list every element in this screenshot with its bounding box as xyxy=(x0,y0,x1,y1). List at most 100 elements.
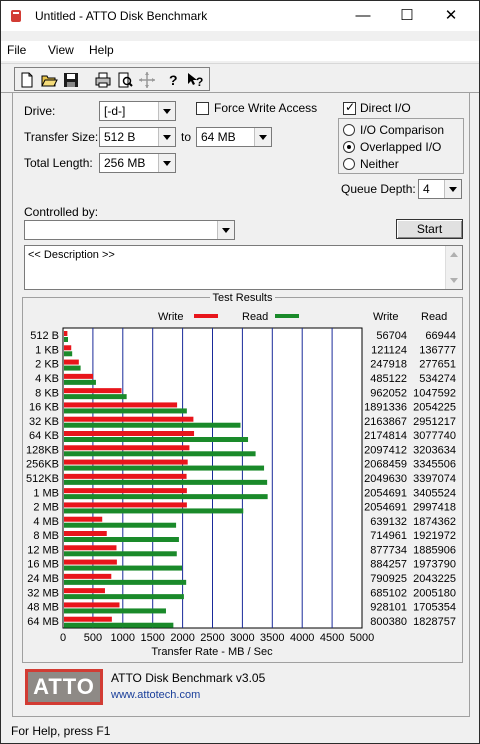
overlapped-io-label: Overlapped I/O xyxy=(360,140,442,154)
write-bar xyxy=(64,402,178,408)
write-bar xyxy=(64,602,120,608)
x-tick-label: 3000 xyxy=(230,632,254,644)
transfer-from-select[interactable]: 512 B xyxy=(99,127,176,147)
category-label: 4 MB xyxy=(33,516,59,528)
write-value: 790925 xyxy=(370,573,407,585)
total-length-label: Total Length: xyxy=(24,156,93,170)
scroll-up-icon[interactable] xyxy=(450,252,458,257)
write-bar xyxy=(64,559,117,565)
write-bar xyxy=(64,473,187,479)
category-label: 64 MB xyxy=(27,616,59,628)
minimize-button[interactable]: — xyxy=(341,1,385,31)
context-help-icon[interactable]: ? xyxy=(185,70,205,90)
write-bar xyxy=(64,545,117,551)
print-icon[interactable] xyxy=(93,70,113,90)
toolbar: ? ? xyxy=(1,63,479,93)
category-label: 16 MB xyxy=(27,559,59,571)
chevron-down-icon[interactable] xyxy=(158,102,175,120)
neither-label: Neither xyxy=(360,157,399,171)
chevron-down-icon[interactable] xyxy=(158,154,175,172)
read-value: 3397074 xyxy=(413,473,456,485)
move-icon[interactable] xyxy=(137,70,157,90)
total-length-select[interactable]: 256 MB xyxy=(99,153,176,173)
print-preview-icon[interactable] xyxy=(115,70,135,90)
write-bar xyxy=(64,416,194,422)
read-value: 136777 xyxy=(419,344,456,356)
queue-depth-select[interactable]: 4 xyxy=(418,179,462,199)
close-button[interactable]: ✕ xyxy=(429,1,473,31)
transfer-to-select[interactable]: 64 MB xyxy=(196,127,272,147)
write-value: 2054691 xyxy=(364,502,407,514)
description-field[interactable]: << Description >> xyxy=(24,245,463,290)
write-bar xyxy=(64,345,72,351)
x-tick-label: 2000 xyxy=(170,632,194,644)
read-value: 66944 xyxy=(425,330,456,342)
write-bar xyxy=(64,502,187,508)
read-value: 1874362 xyxy=(413,516,456,528)
overlapped-io-radio[interactable] xyxy=(343,141,355,153)
category-label: 2 MB xyxy=(33,502,59,514)
website-link[interactable]: www.attotech.com xyxy=(111,689,200,701)
new-icon[interactable] xyxy=(17,70,37,90)
chevron-down-icon[interactable] xyxy=(254,128,271,146)
read-bar xyxy=(64,622,174,628)
legend-read-swatch xyxy=(275,314,299,318)
drive-label: Drive: xyxy=(24,104,56,118)
read-bar xyxy=(64,579,187,585)
svg-text:?: ? xyxy=(169,72,178,88)
col-write-header: Write xyxy=(373,311,398,323)
direct-io-checkbox[interactable] xyxy=(343,100,356,115)
app-icon xyxy=(11,10,21,22)
description-scrollbar[interactable] xyxy=(445,246,462,289)
window-title: Untitled - ATTO Disk Benchmark xyxy=(35,9,208,23)
status-text: For Help, press F1 xyxy=(11,724,111,738)
read-bar xyxy=(64,408,187,414)
controlled-by-select[interactable] xyxy=(24,220,235,240)
write-value: 928101 xyxy=(370,602,407,614)
write-value: 2174814 xyxy=(364,430,407,442)
help-icon[interactable]: ? xyxy=(163,70,183,90)
menu-help[interactable]: Help xyxy=(89,43,114,57)
io-comparison-radio[interactable] xyxy=(343,124,355,136)
read-value: 3203634 xyxy=(413,444,456,456)
chevron-down-icon[interactable] xyxy=(158,128,175,146)
category-label: 16 KB xyxy=(29,402,59,414)
start-button[interactable]: Start xyxy=(396,219,463,239)
scroll-down-icon[interactable] xyxy=(450,278,458,283)
write-bar xyxy=(64,516,103,522)
queue-depth-label: Queue Depth: xyxy=(341,182,416,196)
menu-view[interactable]: View xyxy=(48,43,74,57)
maximize-button[interactable]: ☐ xyxy=(385,1,429,31)
write-bar xyxy=(64,588,105,594)
drive-select[interactable]: [-d-] xyxy=(99,101,176,121)
read-value: 1885906 xyxy=(413,544,456,556)
svg-text:?: ? xyxy=(196,75,203,89)
x-tick-label: 0 xyxy=(60,632,66,644)
read-bar xyxy=(64,537,179,542)
write-value: 884257 xyxy=(370,559,407,571)
legend-read-label: Read xyxy=(242,311,268,323)
write-value: 56704 xyxy=(376,330,407,342)
write-value: 121124 xyxy=(371,344,407,356)
open-icon[interactable] xyxy=(39,70,59,90)
category-label: 512 B xyxy=(30,330,59,342)
menu-file[interactable]: File xyxy=(7,43,26,57)
category-label: 8 MB xyxy=(33,530,59,542)
neither-radio[interactable] xyxy=(343,158,355,170)
write-value: 2068459 xyxy=(364,459,407,471)
results-chart: Write Read Write Read 512 B 1 KB 2 KB 4 KB 8… xyxy=(26,311,456,658)
read-bar xyxy=(64,422,241,428)
chart-legend: Write Read Write Read xyxy=(158,311,447,323)
app-window: Untitled - ATTO Disk Benchmark — ☐ ✕ Fil… xyxy=(0,0,480,744)
read-value: 3345506 xyxy=(413,459,456,471)
read-value: 3405524 xyxy=(413,487,456,499)
chevron-down-icon[interactable] xyxy=(444,180,461,198)
write-value: 639132 xyxy=(370,516,407,528)
write-value: 2163867 xyxy=(364,416,407,428)
chevron-down-icon[interactable] xyxy=(217,221,234,239)
category-label: 24 MB xyxy=(27,573,59,585)
force-write-checkbox[interactable] xyxy=(196,102,209,115)
save-icon[interactable] xyxy=(61,70,81,90)
write-bar xyxy=(64,531,107,536)
write-value: 2097412 xyxy=(364,444,407,456)
